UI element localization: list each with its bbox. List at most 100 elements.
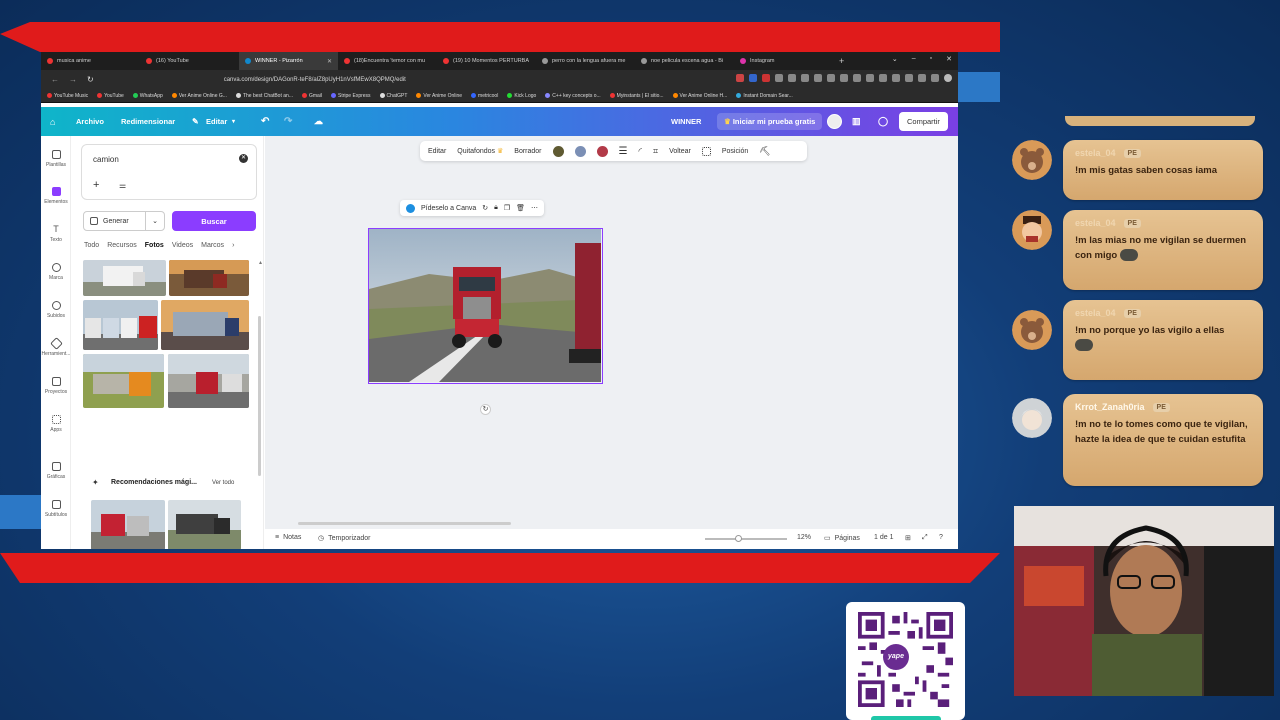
notes-button[interactable]: ≡ Notas <box>275 534 301 541</box>
photo-thumbnail[interactable] <box>161 300 249 350</box>
extension-icon[interactable] <box>775 74 783 82</box>
rail-text[interactable]: T Texto <box>41 225 71 244</box>
corner-rounding-icon[interactable]: ◜ <box>638 146 642 157</box>
zoom-level[interactable]: 12% <box>797 534 811 541</box>
bookmark[interactable]: WhatsApp <box>133 93 163 99</box>
bookmark[interactable]: YouTube <box>97 93 124 99</box>
canvas-hscrollbar[interactable] <box>298 522 511 525</box>
resize-menu[interactable]: Redimensionar <box>121 107 175 136</box>
more-icon[interactable]: ⋯ <box>531 204 538 212</box>
forward-icon[interactable]: → <box>69 75 77 84</box>
search-input[interactable]: camion <box>93 155 119 164</box>
extension-icon[interactable] <box>801 74 809 82</box>
file-menu[interactable]: Archivo <box>76 107 104 136</box>
ask-canva-button[interactable]: Pídeselo a Canva <box>421 205 476 212</box>
lock-icon[interactable]: 🔒︎ <box>494 204 498 212</box>
photo-thumbnail[interactable] <box>168 354 249 408</box>
grid-view-icon[interactable]: ⊞ <box>905 534 911 542</box>
tab-all[interactable]: Todo <box>84 242 99 249</box>
extension-icon[interactable] <box>827 74 835 82</box>
rail-brand[interactable]: Marca <box>41 263 71 281</box>
extension-icon[interactable] <box>749 74 757 82</box>
extension-icon[interactable] <box>840 74 848 82</box>
rail-elements[interactable]: Elementos <box>41 187 71 205</box>
browser-tab[interactable]: noe pelicula escena agua - Bi <box>635 52 734 70</box>
panel-scrollbar[interactable] <box>258 316 261 476</box>
color-swatch[interactable] <box>552 145 564 157</box>
extension-icon[interactable] <box>814 74 822 82</box>
maximize-icon[interactable]: ▫ <box>930 55 932 63</box>
tab-frames[interactable]: Marcos <box>201 242 224 249</box>
extension-icon[interactable] <box>853 74 861 82</box>
transparency-icon[interactable] <box>701 146 711 156</box>
bookmark[interactable]: Instant Domain Sear... <box>736 93 792 99</box>
undo-icon[interactable]: ↶ <box>261 107 269 136</box>
bookmark[interactable]: Ver Anime Online G... <box>172 93 227 99</box>
extension-icon[interactable] <box>931 74 939 82</box>
zoom-slider[interactable] <box>705 538 787 540</box>
pages-button[interactable]: ▭ Páginas <box>824 534 860 543</box>
home-icon[interactable]: ⌂ <box>50 107 55 136</box>
redo-icon[interactable]: ↷ <box>284 107 292 136</box>
bookmark[interactable]: metricool <box>471 93 498 99</box>
color-swatch[interactable] <box>574 145 586 157</box>
trial-button[interactable]: ♛ Iniciar mi prueba gratis <box>717 113 823 130</box>
rotate-handle-icon[interactable]: ↻ <box>480 404 491 415</box>
extension-icon[interactable] <box>788 74 796 82</box>
bookmark[interactable]: Myinstants | El sitio... <box>610 93 664 99</box>
extension-icon[interactable] <box>736 74 744 82</box>
tab-resources[interactable]: Recursos <box>107 242 137 249</box>
border-style-icon[interactable]: ☰ <box>619 146 628 157</box>
filter-icon[interactable]: ⚌ <box>119 181 126 190</box>
browser-tab[interactable]: (16) YouTube <box>140 52 239 70</box>
browser-tab[interactable]: (18)Encuentra 'temor con mu <box>338 52 437 70</box>
scroll-up-icon[interactable]: ▴ <box>259 259 262 266</box>
extension-icon[interactable] <box>918 74 926 82</box>
new-tab-icon[interactable]: + <box>839 56 844 66</box>
clear-search-icon[interactable]: ✕ <box>239 154 248 163</box>
recommended-photo[interactable] <box>91 500 165 549</box>
rail-charts[interactable]: Gráficas <box>41 462 71 480</box>
refresh-icon[interactable]: ↻ <box>482 204 488 212</box>
cloud-save-icon[interactable]: ☁ <box>314 107 323 136</box>
bookmark[interactable]: Ver Anime Online <box>416 93 462 99</box>
help-icon[interactable]: ? <box>939 534 943 541</box>
bookmark[interactable]: The best ChatBot an... <box>236 93 293 99</box>
edit-menu[interactable]: Editar <box>206 107 227 136</box>
design-title[interactable]: WINNER <box>671 107 701 136</box>
crop-icon[interactable]: ⌗ <box>653 146 658 157</box>
timer-button[interactable]: ◷ Temporizador <box>318 534 371 543</box>
browser-tab[interactable]: Instagram <box>734 52 833 70</box>
extension-icon[interactable] <box>762 74 770 82</box>
bookmark[interactable]: Kick Logo <box>507 93 536 99</box>
photo-thumbnail[interactable] <box>83 260 166 296</box>
comment-icon[interactable]: ◯ <box>878 107 888 136</box>
add-icon[interactable]: + <box>93 179 99 191</box>
eraser-button[interactable]: Borrador <box>514 148 541 155</box>
browser-tab[interactable]: perro con la lengua afuera me <box>536 52 635 70</box>
color-swatch[interactable] <box>596 145 608 157</box>
position-button[interactable]: Posición <box>722 148 748 155</box>
see-all-link[interactable]: Ver todo <box>212 480 234 486</box>
chevron-down-icon[interactable]: ⌄ <box>152 217 158 225</box>
generate-button[interactable]: Generar ⌄ <box>83 211 165 231</box>
extension-icon[interactable] <box>879 74 887 82</box>
back-icon[interactable]: ← <box>51 75 59 84</box>
duplicate-icon[interactable]: ❐ <box>504 204 510 212</box>
url-field[interactable]: canva.com/design/DAGonR-teF8/alZ8pUyH1nV… <box>224 77 406 83</box>
photo-thumbnail[interactable] <box>83 354 164 408</box>
bookmark[interactable]: YouTube Music <box>47 93 88 99</box>
zoom-slider-knob[interactable] <box>735 535 742 542</box>
extension-icon[interactable] <box>866 74 874 82</box>
browser-tab-active[interactable]: WINNER - Pizarrón ✕ <box>239 52 338 70</box>
bookmark[interactable]: Stripe Express <box>331 93 371 99</box>
rail-projects[interactable]: Proyectos <box>41 377 71 395</box>
close-window-icon[interactable]: ✕ <box>946 55 952 63</box>
rail-apps[interactable]: Apps <box>41 415 71 433</box>
share-button[interactable]: Compartir <box>899 112 948 131</box>
user-avatar[interactable] <box>827 114 842 129</box>
photo-thumbnail[interactable] <box>83 300 158 350</box>
tab-videos[interactable]: Videos <box>172 242 193 249</box>
browser-tab[interactable]: musica anime <box>41 52 140 70</box>
trash-icon[interactable]: 🗑︎ <box>516 204 525 212</box>
